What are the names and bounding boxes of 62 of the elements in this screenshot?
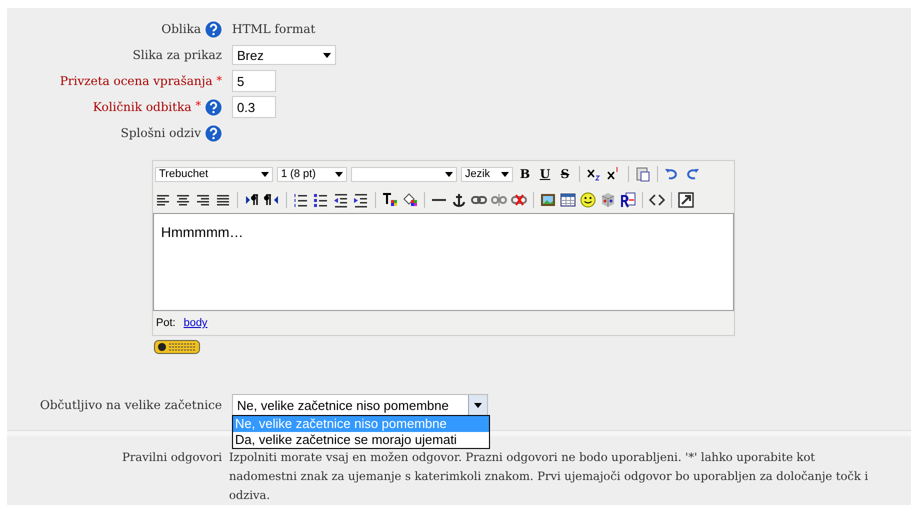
font-select[interactable]: Trebuchet bbox=[155, 166, 273, 182]
smiley-icon[interactable] bbox=[580, 192, 596, 208]
image-icon[interactable] bbox=[540, 192, 556, 208]
anchor-icon[interactable] bbox=[451, 192, 467, 208]
keyboard-help-icon[interactable] bbox=[154, 340, 200, 354]
format-button[interactable]: B bbox=[517, 167, 533, 181]
required-mark: * bbox=[216, 74, 222, 87]
field-label: Oblika bbox=[161, 22, 201, 36]
field-label: Pravilni odgovori bbox=[122, 449, 222, 466]
field-label: Količnik odbitka bbox=[92, 100, 192, 114]
path-link[interactable]: body bbox=[184, 317, 208, 329]
code-icon[interactable] bbox=[649, 192, 665, 208]
field-label: Občutljivo na velike začetnice bbox=[40, 398, 222, 412]
text-color-icon[interactable] bbox=[382, 192, 398, 208]
caret-icon bbox=[323, 52, 331, 58]
table-icon[interactable] bbox=[560, 192, 576, 208]
editor-text[interactable]: Hmmmmm… bbox=[153, 213, 734, 311]
size-select[interactable]: 1 (8 pt) bbox=[277, 166, 347, 182]
field-label: Splošni odziv bbox=[120, 126, 201, 140]
redo-icon[interactable] bbox=[684, 166, 700, 182]
paste-icon[interactable] bbox=[635, 166, 651, 182]
caret-icon bbox=[474, 402, 482, 408]
field-label: Privzeta ocena vprašanja bbox=[60, 74, 212, 88]
unlink-icon[interactable] bbox=[491, 192, 507, 208]
left-to-right-icon[interactable] bbox=[244, 192, 260, 208]
right-to-left-icon[interactable] bbox=[264, 192, 280, 208]
input-field[interactable]: 5 bbox=[232, 70, 276, 92]
numbered-list-icon[interactable] bbox=[293, 192, 309, 208]
fill-color-icon[interactable] bbox=[402, 192, 418, 208]
help-text: Izpolniti morate vsaj en možen odgovor. Prazni odgovori ne bodo uporabljeni. '*' lahko uporabite kot bbox=[229, 449, 816, 466]
help-text: odziva. bbox=[229, 487, 272, 504]
caret-icon bbox=[445, 172, 453, 176]
bullet-list-icon[interactable] bbox=[313, 192, 329, 208]
caret-icon bbox=[261, 172, 269, 176]
align-right-icon[interactable] bbox=[195, 192, 211, 208]
align-center-icon[interactable] bbox=[175, 192, 191, 208]
language-select[interactable]: Jezik bbox=[461, 166, 513, 182]
path-label: Pot: bbox=[156, 317, 176, 329]
cube-icon[interactable] bbox=[600, 192, 616, 208]
caret-icon bbox=[335, 172, 343, 176]
format-button[interactable]: U bbox=[537, 167, 553, 181]
help-icon[interactable] bbox=[205, 20, 222, 38]
align-left-icon[interactable] bbox=[155, 192, 171, 208]
format-button[interactable]: S bbox=[557, 167, 573, 181]
spellcheck-icon[interactable] bbox=[620, 192, 636, 208]
remove-link-icon[interactable] bbox=[511, 192, 527, 208]
case-select[interactable]: Ne, velike začetnice niso pomembne bbox=[232, 394, 488, 416]
fullscreen-icon[interactable] bbox=[678, 192, 694, 208]
undo-icon[interactable] bbox=[664, 166, 680, 182]
dropdown-option[interactable]: Da, velike začetnice se morajo ujemati bbox=[233, 432, 489, 448]
indent-icon[interactable] bbox=[353, 192, 369, 208]
outdent-icon[interactable] bbox=[333, 192, 349, 208]
caret-icon bbox=[501, 172, 509, 176]
justify-icon[interactable] bbox=[215, 192, 231, 208]
required-mark: * bbox=[196, 98, 201, 112]
help-icon[interactable] bbox=[205, 124, 222, 142]
image-select[interactable]: Brez bbox=[232, 45, 336, 65]
field-label: Slika za prikaz bbox=[132, 48, 222, 62]
help-text: nadomestni znak za ujemanje s katerimkoli znakom. Prvi ujemajoči odgovor bo uporabljen za določanje točk i bbox=[229, 468, 870, 485]
input-field[interactable]: 0.3 bbox=[232, 96, 276, 118]
field-value: HTML format bbox=[232, 22, 316, 36]
help-icon[interactable] bbox=[205, 98, 222, 116]
